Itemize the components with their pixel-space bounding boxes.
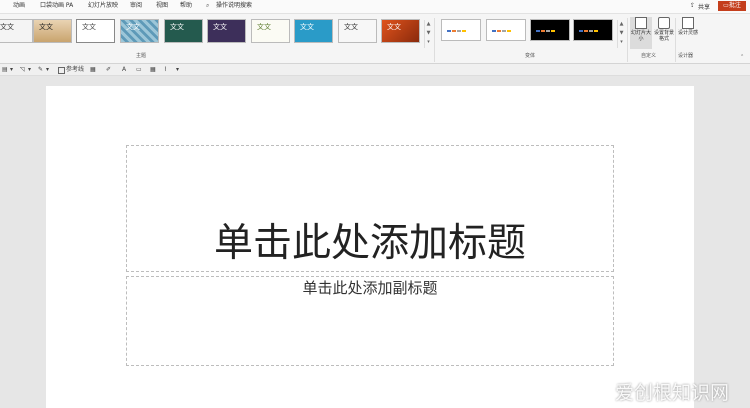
shape-icon[interactable]: ◹: [20, 66, 25, 73]
title-placeholder[interactable]: 单击此处添加标题: [126, 145, 614, 272]
theme-thumbnail[interactable]: 文文: [120, 19, 159, 43]
theme-sample-text: 文文: [213, 23, 227, 31]
menu-animation[interactable]: 动画: [13, 2, 25, 10]
menu-review[interactable]: 审阅: [130, 2, 142, 10]
theme-sample-text: 文文: [126, 23, 140, 31]
menu-view[interactable]: 视图: [156, 2, 168, 10]
theme-gallery-scroll[interactable]: ▲ ▼ ▾: [424, 20, 432, 48]
theme-thumbnail[interactable]: 文文: [207, 19, 246, 43]
design-ideas-label: 设计灵感: [677, 30, 698, 36]
more-icon[interactable]: ▾: [425, 38, 432, 47]
slide-size-icon: [635, 17, 647, 29]
subtitle-placeholder[interactable]: 单击此处添加副标题: [126, 276, 614, 366]
theme-sample-text: 文文: [387, 23, 401, 31]
theme-thumbnail[interactable]: 文文: [381, 19, 420, 43]
design-ribbon: 文文 文文 文文 文文 文文 文文 文文 文文 文文 文文 ▲ ▼ ▾ 主题 ▲…: [0, 14, 750, 64]
more-icon[interactable]: ▾: [618, 38, 625, 47]
variant-thumbnail[interactable]: [486, 19, 526, 41]
format-background-label: 设置背景格式: [653, 30, 674, 42]
quick-access-toolbar: ▤ ▾ ◹ ▾ ✎ ▾ 参考线 ▦ ✐ A ▭ ▦ ⌇ ▾: [0, 64, 750, 76]
title-placeholder-text: 单击此处添加标题: [213, 221, 526, 266]
grid-icon[interactable]: ▦: [90, 66, 96, 73]
theme-sample-text: 文文: [344, 23, 358, 31]
theme-color-bar: [256, 37, 280, 39]
menu-slideshow[interactable]: 幻灯片放映: [88, 2, 118, 10]
theme-color-bar: [81, 37, 105, 39]
variant-gallery-scroll[interactable]: ▲ ▼ ▾: [617, 20, 625, 48]
chevron-down-icon[interactable]: ▼: [618, 29, 625, 38]
reference-line-checkbox[interactable]: [58, 67, 65, 74]
theme-sample-text: 文文: [0, 23, 14, 31]
share-icon[interactable]: ⇪: [690, 2, 695, 9]
design-ideas-icon: [682, 17, 694, 29]
collapse-ribbon-icon[interactable]: ⌃: [740, 54, 744, 60]
variant-color-bar: [447, 17, 467, 36]
theme-color-bar: [212, 37, 236, 39]
design-ideas-button[interactable]: 设计灵感: [677, 17, 699, 36]
themes-group-label: 主题: [136, 53, 147, 59]
theme-color-bar: [38, 37, 62, 39]
theme-thumbnail[interactable]: 文文: [294, 19, 333, 43]
theme-sample-text: 文文: [82, 23, 96, 31]
menu-bar: 动画 口袋动画 PA 幻灯片放映 审阅 视图 帮助 ⌕ 操作说明搜索 ⇪ 共享 …: [0, 0, 750, 14]
divider: [434, 18, 435, 62]
search-icon[interactable]: ⌕: [206, 2, 209, 10]
theme-color-bar: [169, 37, 193, 39]
variant-color-bar: [579, 17, 599, 36]
divider: [627, 18, 628, 62]
variant-color-bar: [536, 17, 556, 36]
watermark: 爱创根知识网: [615, 382, 730, 404]
chevron-down-icon[interactable]: ▼: [425, 29, 432, 38]
open-folder-icon[interactable]: ▤: [2, 66, 8, 73]
menu-help[interactable]: 帮助: [180, 2, 192, 10]
brush-icon[interactable]: ⌇: [164, 66, 167, 73]
theme-sample-text: 文文: [39, 23, 53, 31]
theme-color-bar: [0, 37, 23, 39]
slide-size-button[interactable]: 幻灯片大小: [630, 17, 652, 49]
reference-line-label: 参考线: [66, 66, 85, 73]
divider: [675, 18, 676, 62]
variants-group-label: 变体: [525, 53, 536, 59]
menu-pocket-animation[interactable]: 口袋动画 PA: [40, 2, 73, 10]
theme-thumbnail[interactable]: 文文: [33, 19, 72, 43]
designer-group-label: 设计器: [678, 53, 694, 59]
theme-color-bar: [299, 37, 323, 39]
customize-group-label: 自定义: [641, 53, 657, 59]
format-background-button[interactable]: 设置背景格式: [653, 17, 675, 42]
variant-thumbnail[interactable]: [573, 19, 613, 41]
slide-size-label: 幻灯片大小: [630, 30, 651, 42]
edit-icon[interactable]: ✐: [106, 66, 111, 73]
dropdown-icon[interactable]: ▾: [10, 66, 13, 73]
variant-thumbnail[interactable]: [530, 19, 570, 41]
chevron-up-icon[interactable]: ▲: [618, 20, 625, 29]
table-icon[interactable]: ▦: [150, 66, 156, 73]
textbox-icon[interactable]: ▭: [136, 66, 142, 73]
theme-thumbnail[interactable]: 文文: [251, 19, 290, 43]
comment-label: 批注: [728, 2, 741, 9]
theme-color-bar: [343, 37, 367, 39]
theme-thumbnail[interactable]: 文文: [0, 19, 33, 43]
comment-button[interactable]: ▭批注: [718, 1, 746, 11]
theme-sample-text: 文文: [300, 23, 314, 31]
theme-sample-text: 文文: [257, 23, 271, 31]
tell-me-search[interactable]: 操作说明搜索: [216, 2, 252, 10]
theme-sample-text: 文文: [170, 23, 184, 31]
share-button[interactable]: 共享: [698, 2, 710, 11]
dropdown-icon[interactable]: ▾: [28, 66, 31, 73]
variant-thumbnail[interactable]: [441, 19, 481, 41]
pen-icon[interactable]: ✎: [38, 66, 43, 73]
dropdown-icon[interactable]: ▾: [46, 66, 49, 73]
theme-thumbnail[interactable]: 文文: [338, 19, 377, 43]
more-icon[interactable]: ▾: [176, 66, 179, 73]
paint-bucket-icon: [658, 17, 670, 29]
theme-thumbnail[interactable]: 文文: [164, 19, 203, 43]
variant-color-bar: [492, 17, 512, 36]
chevron-up-icon[interactable]: ▲: [425, 20, 432, 29]
theme-thumbnail[interactable]: 文文: [76, 19, 115, 43]
font-color-icon[interactable]: A: [122, 66, 126, 73]
slide-canvas: 单击此处添加标题 单击此处添加副标题: [46, 86, 694, 408]
subtitle-placeholder-text: 单击此处添加副标题: [302, 279, 438, 297]
